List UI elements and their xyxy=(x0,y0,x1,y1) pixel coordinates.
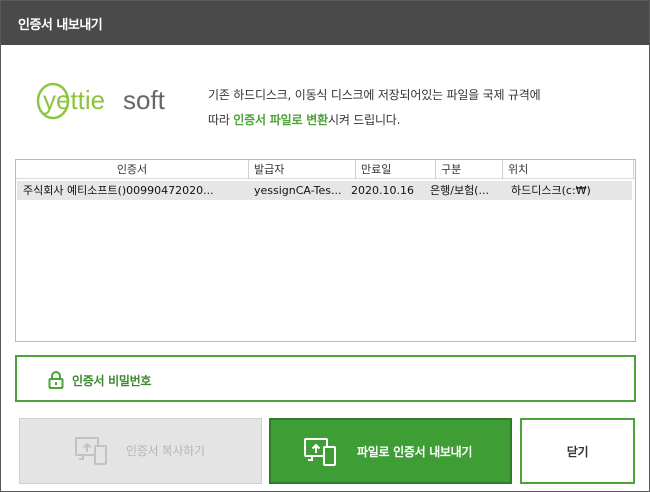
password-field[interactable]: 인증서 비밀번호 xyxy=(15,355,636,402)
copy-certificate-label: 인증서 복사하기 xyxy=(126,444,205,458)
copy-to-device-icon xyxy=(75,437,107,465)
cell-expiry: 2020.10.16 xyxy=(351,184,414,197)
close-button[interactable]: 닫기 xyxy=(520,418,635,484)
window-title: 인증서 내보내기 xyxy=(18,18,103,33)
lock-icon xyxy=(48,371,64,389)
close-label: 닫기 xyxy=(566,445,589,459)
certificate-list[interactable]: 인증서 발급자 만료일 구분 위치 주식회사 예티소프트()0099047202… xyxy=(15,159,636,342)
password-label: 인증서 비밀번호 xyxy=(72,374,152,388)
column-header-location[interactable]: 위치 xyxy=(503,160,634,179)
logo-text-yettie: yettie xyxy=(43,85,105,115)
column-header-certificate[interactable]: 인증서 xyxy=(16,160,249,179)
table-row[interactable]: 주식회사 예티소프트()00990472020... yessignCA-Tes… xyxy=(17,181,632,200)
column-header-expiry[interactable]: 만료일 xyxy=(356,160,436,179)
cell-location: 하드디스크(c:₩) xyxy=(511,184,591,197)
logo-text-soft: soft xyxy=(123,85,166,115)
description-line-1: 기존 하드디스크, 이동식 디스크에 저장되어있는 파일을 국제 규격에 xyxy=(208,88,541,102)
yettiesoft-logo: yettie soft xyxy=(35,77,175,121)
export-to-file-button[interactable]: 파일로 인증서 내보내기 xyxy=(269,418,512,484)
cell-type: 은행/보험(... xyxy=(430,184,489,197)
copy-certificate-button[interactable]: 인증서 복사하기 xyxy=(19,418,262,484)
description-highlight: 인증서 파일로 변환 xyxy=(233,113,328,127)
title-bar[interactable]: 인증서 내보내기 xyxy=(1,1,649,45)
description-suffix: 시켜 드립니다. xyxy=(327,113,401,127)
description-text: 기존 하드디스크, 이동식 디스크에 저장되어있는 파일을 국제 규격에 따라 … xyxy=(208,83,541,133)
column-header-issuer[interactable]: 발급자 xyxy=(249,160,356,179)
export-to-file-label: 파일로 인증서 내보내기 xyxy=(357,445,473,459)
cell-issuer: yessignCA-Tes... xyxy=(254,184,342,197)
export-to-file-icon xyxy=(304,438,336,466)
description-prefix: 따라 xyxy=(208,113,234,127)
list-header: 인증서 발급자 만료일 구분 위치 xyxy=(16,160,635,179)
column-header-type[interactable]: 구분 xyxy=(436,160,503,179)
cell-certificate: 주식회사 예티소프트()00990472020... xyxy=(23,184,214,197)
export-certificate-dialog: 인증서 내보내기 yettie soft 기존 하드디스크, 이동식 디스크에 … xyxy=(0,0,650,492)
description-line-2: 따라 인증서 파일로 변환시켜 드립니다. xyxy=(208,108,540,133)
